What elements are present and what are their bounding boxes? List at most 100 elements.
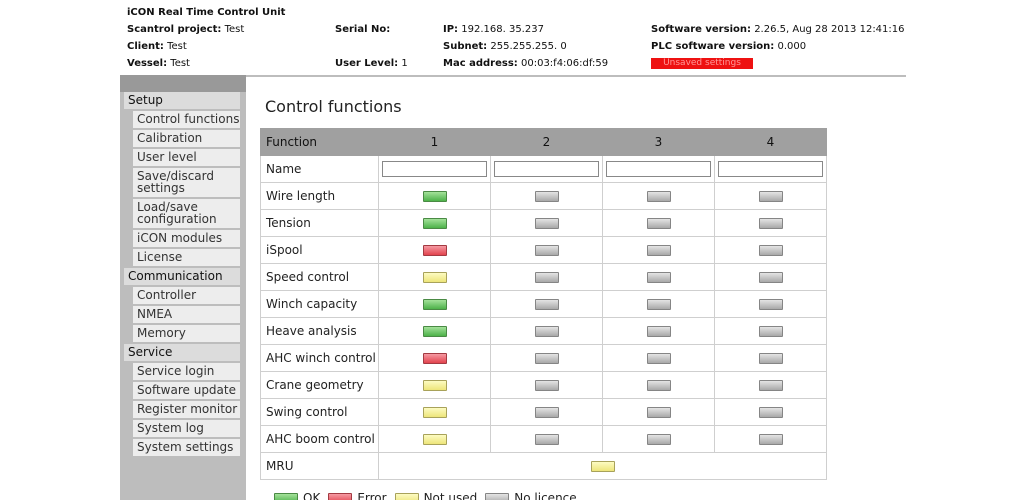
sidebar-item-control-functions[interactable]: Control functions (133, 111, 240, 130)
status-led-icon[interactable] (422, 434, 447, 445)
legend-label: Error (357, 491, 387, 500)
status-led-icon[interactable] (534, 380, 559, 391)
ip-label: IP: (443, 24, 459, 35)
status-led-icon[interactable] (422, 272, 447, 283)
function-cell (602, 425, 715, 453)
status-led-icon[interactable] (646, 407, 671, 418)
app-title: iCON Real Time Control Unit (127, 7, 286, 18)
function-cell (714, 344, 827, 372)
subnet-label: Subnet: (443, 41, 488, 52)
table-header-row: Function 1 2 3 4 (260, 128, 827, 156)
sidebar-section-communication: Communication (124, 268, 240, 287)
status-led-icon[interactable] (534, 434, 559, 445)
subnet-value: 255.255.255. 0 (490, 41, 567, 52)
sidebar-item-software-update[interactable]: Software update (133, 382, 240, 401)
legend-red-icon (328, 493, 353, 500)
user-level-info: User Level: 1 (335, 55, 408, 72)
sidebar-item-system-log[interactable]: System log (133, 420, 240, 439)
status-led-icon[interactable] (534, 272, 559, 283)
status-led-icon[interactable] (534, 407, 559, 418)
sidebar-item-load-save-configuration[interactable]: Load/save configuration (133, 199, 240, 230)
status-led-icon[interactable] (758, 380, 783, 391)
function-cell (714, 317, 827, 345)
sidebar-item-service-login[interactable]: Service login (133, 363, 240, 382)
sidebar-item-user-level[interactable]: User level (133, 149, 240, 168)
function-cell (714, 236, 827, 264)
sidebar-item-memory[interactable]: Memory (133, 325, 240, 344)
status-led-icon[interactable] (646, 353, 671, 364)
status-led-icon[interactable] (758, 407, 783, 418)
sidebar-item-system-settings[interactable]: System settings (133, 439, 240, 458)
legend-item-grey: No licence (485, 491, 577, 500)
status-led-icon[interactable] (422, 191, 447, 202)
function-cell (602, 263, 715, 291)
status-led-icon[interactable] (758, 272, 783, 283)
status-led-icon[interactable] (758, 218, 783, 229)
status-led-icon[interactable] (646, 218, 671, 229)
status-led-icon[interactable] (758, 299, 783, 310)
sidebar-item-calibration[interactable]: Calibration (133, 130, 240, 149)
name-input-3[interactable] (606, 161, 711, 178)
sidebar-item-controller[interactable]: Controller (133, 287, 240, 306)
sidebar-item-save-discard-settings[interactable]: Save/discard settings (133, 168, 240, 199)
function-cell (602, 236, 715, 264)
status-led-icon[interactable] (646, 272, 671, 283)
status-led-icon[interactable] (534, 326, 559, 337)
status-led-icon[interactable] (646, 245, 671, 256)
status-led-icon[interactable] (646, 434, 671, 445)
legend-grey-icon (485, 493, 510, 500)
function-cell (602, 182, 715, 210)
status-led-icon[interactable] (646, 191, 671, 202)
legend-label: No licence (514, 491, 577, 500)
status-led-icon[interactable] (422, 245, 447, 256)
name-input-2[interactable] (494, 161, 599, 178)
status-led-icon[interactable] (534, 353, 559, 364)
table-row: AHC winch control (260, 344, 827, 372)
function-cell (490, 317, 603, 345)
status-led-icon[interactable] (534, 299, 559, 310)
status-led-icon[interactable] (646, 326, 671, 337)
legend-yellow-icon (394, 493, 419, 500)
project-value: Test (224, 24, 245, 35)
status-led-icon[interactable] (646, 380, 671, 391)
status-led-icon[interactable] (758, 191, 783, 202)
project-info: Scantrol project: Test (127, 21, 244, 38)
sidebar-item-nmea[interactable]: NMEA (133, 306, 240, 325)
client-value: Test (167, 41, 187, 52)
sidebar-item-license[interactable]: License (133, 249, 240, 268)
function-cell (378, 371, 491, 399)
mac-value: 00:03:f4:06:df:59 (520, 58, 609, 69)
table-row: Swing control (260, 398, 827, 426)
vessel-value: Test (170, 58, 190, 69)
table-row: Speed control (260, 263, 827, 291)
software-version-label: Software version: (651, 24, 751, 35)
sidebar-item-register-monitor[interactable]: Register monitor (133, 401, 240, 420)
status-led-icon[interactable] (422, 326, 447, 337)
function-label: Wire length (260, 182, 379, 210)
function-label: Heave analysis (260, 317, 379, 345)
status-led-icon[interactable] (758, 326, 783, 337)
status-led-icon[interactable] (534, 191, 559, 202)
status-led-icon[interactable] (422, 380, 447, 391)
status-led-icon[interactable] (422, 299, 447, 310)
legend-label: OK (303, 491, 321, 500)
function-cell (490, 263, 603, 291)
mru-status-led-icon[interactable] (590, 461, 615, 472)
mac-label: Mac address: (443, 58, 518, 69)
name-input-1[interactable] (382, 161, 487, 178)
legend-item-red: Error (328, 491, 387, 500)
status-led-icon[interactable] (758, 353, 783, 364)
status-led-icon[interactable] (758, 245, 783, 256)
status-led-icon[interactable] (422, 353, 447, 364)
ip-value: 192.168. 35.237 (461, 24, 544, 35)
status-led-icon[interactable] (758, 434, 783, 445)
status-led-icon[interactable] (534, 245, 559, 256)
status-led-icon[interactable] (646, 299, 671, 310)
name-input-4[interactable] (718, 161, 823, 178)
sidebar-item-icon-modules[interactable]: iCON modules (133, 230, 240, 249)
status-led-icon[interactable] (534, 218, 559, 229)
table-row: Heave analysis (260, 317, 827, 345)
status-led-icon[interactable] (422, 218, 447, 229)
user-level-value: 1 (401, 58, 408, 69)
status-led-icon[interactable] (422, 407, 447, 418)
